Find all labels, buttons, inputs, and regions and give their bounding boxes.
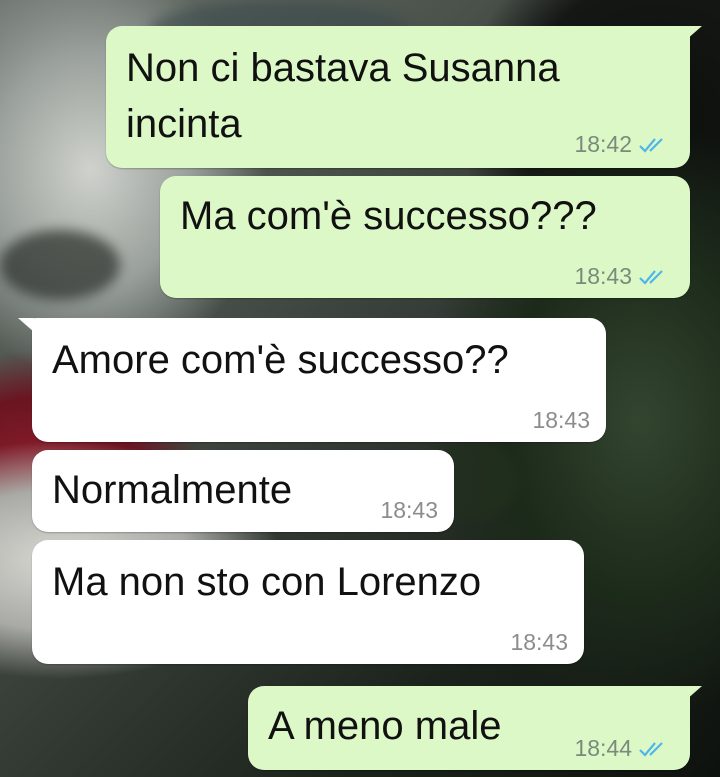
double-check-read-icon <box>639 741 663 757</box>
double-check-read-icon <box>639 137 663 153</box>
double-check-read-icon <box>639 269 663 285</box>
message-meta: 18:42 <box>574 131 668 158</box>
bubble-tail <box>686 26 702 40</box>
message-text: Non ci bastava Susanna incinta <box>126 46 560 146</box>
incoming-message[interactable]: Normalmente 18:43 <box>32 450 454 532</box>
message-meta: 18:43 <box>510 629 568 656</box>
message-meta: 18:43 <box>532 407 590 434</box>
message-meta: 18:44 <box>574 735 668 762</box>
message-time: 18:43 <box>380 497 438 523</box>
incoming-message[interactable]: Ma non sto con Lorenzo 18:43 <box>32 540 584 664</box>
bubble-tail <box>18 318 34 332</box>
bubble-tail <box>686 686 702 700</box>
message-text: Ma non sto con Lorenzo <box>52 560 482 604</box>
message-text: Ma com'è successo??? <box>180 194 597 238</box>
message-time: 18:43 <box>532 407 590 433</box>
message-time: 18:44 <box>574 735 632 761</box>
message-text: A meno male <box>268 704 502 748</box>
outgoing-message[interactable]: Ma com'è successo??? 18:43 <box>160 176 690 298</box>
outgoing-message[interactable]: Non ci bastava Susanna incinta 18:42 <box>106 26 690 168</box>
message-time: 18:42 <box>574 131 632 157</box>
outgoing-message[interactable]: A meno male 18:44 <box>248 686 690 770</box>
incoming-message[interactable]: Amore com'è successo?? 18:43 <box>32 318 606 442</box>
message-time: 18:43 <box>510 629 568 655</box>
message-text: Normalmente <box>52 468 293 512</box>
message-meta: 18:43 <box>574 263 668 290</box>
message-meta: 18:43 <box>380 497 438 524</box>
message-time: 18:43 <box>574 263 632 289</box>
message-text: Amore com'è successo?? <box>52 338 509 382</box>
